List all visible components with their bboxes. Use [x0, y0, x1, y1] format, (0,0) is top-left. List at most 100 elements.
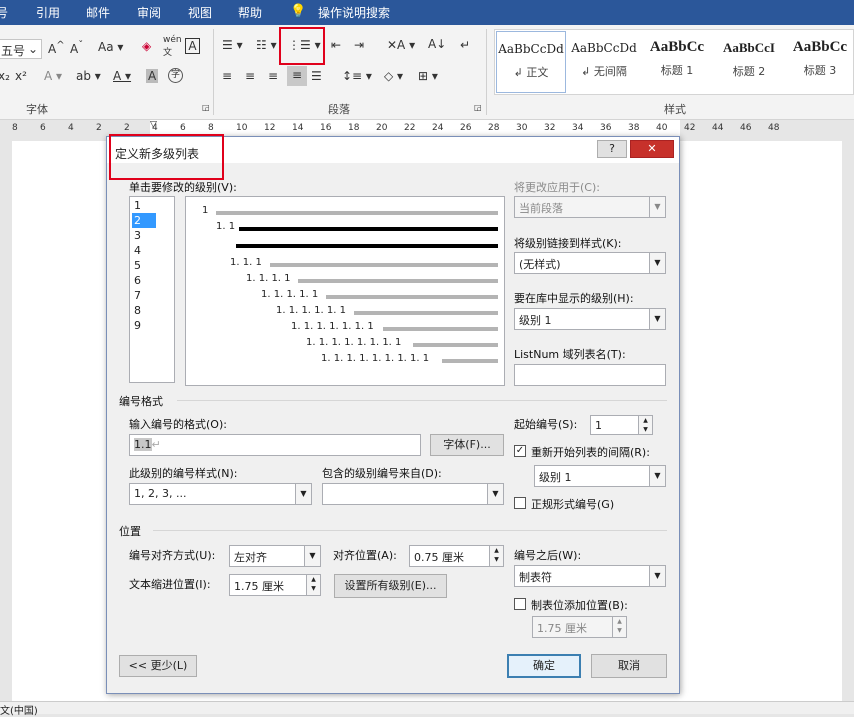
alignment-combo[interactable]: 左对齐 ▼ — [229, 545, 321, 567]
level-item[interactable]: 1 — [132, 198, 156, 213]
menu-item-review[interactable]: 审阅 — [137, 4, 161, 21]
menu-item-help[interactable]: 帮助 — [238, 4, 262, 21]
define-multilevel-list-dialog: 定义新多级列表 ? ✕ 单击要修改的级别(V): 1 2 3 4 5 6 7 8… — [106, 134, 680, 694]
help-icon: ? — [609, 142, 615, 155]
menu-item-references[interactable]: 引用 — [36, 4, 60, 21]
enter-format-label: 输入编号的格式(O): — [129, 418, 227, 431]
menu-item-home[interactable]: 号 — [0, 4, 8, 21]
help-button[interactable]: ? — [597, 140, 627, 158]
style-name: ↲ 正文 — [513, 66, 549, 79]
level-item[interactable]: 6 — [132, 273, 156, 288]
preview-number: 1. 1. 1. 1. 1. 1 — [276, 305, 346, 316]
borders-icon[interactable]: ⊞ ▾ — [418, 69, 438, 83]
paragraph-dialog-launcher-icon[interactable]: ◲ — [474, 103, 482, 112]
aligned-at-input[interactable]: 0.75 厘米 ▲ ▼ — [409, 545, 504, 567]
language-status[interactable]: 文(中国) — [0, 702, 38, 717]
legal-style-checkbox[interactable] — [514, 497, 526, 509]
level-item[interactable]: 8 — [132, 303, 156, 318]
ruler-tick-label: 40 — [656, 123, 668, 133]
level-item[interactable]: 4 — [132, 243, 156, 258]
tab-stop-label: 制表位添加位置(B): — [531, 599, 628, 612]
link-style-combo[interactable]: (无样式) ▼ — [514, 252, 666, 274]
less-button[interactable]: << 更少(L) — [119, 655, 197, 677]
spinner-icon[interactable]: ▲ ▼ — [638, 416, 652, 434]
ruler-tick-label: 6 — [180, 123, 186, 133]
text-indent-input[interactable]: 1.75 厘米 ▲ ▼ — [229, 574, 321, 596]
list-preview: 1 1. 1 1. 1. 1 1. 1. 1. 1 1. 1. 1. 1. 1 … — [185, 196, 505, 386]
ruler-tick-label: 34 — [572, 123, 584, 133]
chinese-layout-icon[interactable]: ✕A ▾ — [387, 38, 415, 52]
cancel-button[interactable]: 取消 — [591, 654, 667, 678]
shading-icon[interactable]: ◇ ▾ — [384, 69, 403, 83]
justify-icon[interactable]: ≡ — [287, 66, 307, 86]
menu-item-view[interactable]: 视图 — [188, 4, 212, 21]
format-input[interactable]: 1.1↵ — [129, 434, 421, 456]
level-item[interactable]: 5 — [132, 258, 156, 273]
restart-checkbox[interactable]: ✓ — [514, 445, 526, 457]
tell-me-search[interactable]: 操作说明搜索 — [318, 4, 390, 21]
spinner-icon[interactable]: ▲ ▼ — [612, 617, 626, 637]
start-at-input[interactable]: 1 ▲ ▼ — [590, 415, 653, 435]
font-color-icon[interactable]: A ▾ — [113, 69, 131, 83]
character-border-icon[interactable]: A — [185, 38, 200, 54]
gallery-level-combo[interactable]: 级别 1 ▼ — [514, 308, 666, 330]
font-button[interactable]: 字体(F)... — [430, 434, 504, 456]
grow-font-icon[interactable]: A^ — [48, 40, 65, 56]
link-style-label: 将级别链接到样式(K): — [514, 237, 622, 250]
style-no-spacing[interactable]: AaBbCcDd ↲ 无间隔 — [569, 31, 639, 93]
tab-stop-input[interactable]: 1.75 厘米 ▲ ▼ — [532, 616, 627, 638]
ruler-tick-label: 42 — [684, 123, 696, 133]
ok-button[interactable]: 确定 — [507, 654, 581, 678]
style-heading-2[interactable]: AaBbCcI 标题 2 — [714, 31, 784, 93]
font-size-combo[interactable]: 五号 ⌄ — [0, 39, 42, 59]
level-item[interactable]: 3 — [132, 228, 156, 243]
level-listbox[interactable]: 1 2 3 4 5 6 7 8 9 — [129, 196, 175, 383]
style-name: 标题 3 — [803, 64, 837, 77]
style-normal[interactable]: AaBbCcDd ↲ 正文 — [496, 31, 566, 93]
number-style-combo[interactable]: 1, 2, 3, ... ▼ — [129, 483, 312, 505]
level-item[interactable]: 7 — [132, 288, 156, 303]
set-all-levels-button[interactable]: 设置所有级别(E)... — [334, 574, 447, 598]
apply-to-combo[interactable]: 当前段落 ▼ — [514, 196, 666, 218]
character-shading-icon[interactable]: A — [146, 69, 159, 83]
subscript-icon[interactable]: x₂ — [0, 69, 10, 83]
chevron-down-icon: ▼ — [487, 484, 503, 504]
format-value: 1.1 — [134, 438, 152, 451]
bullets-icon[interactable]: ☰ ▾ — [222, 38, 243, 52]
increase-indent-icon[interactable]: ⇥ — [354, 38, 364, 52]
ruler-tick-label: 6 — [40, 123, 46, 133]
follow-number-combo[interactable]: 制表符 ▼ — [514, 565, 666, 587]
spinner-icon[interactable]: ▲ ▼ — [306, 575, 320, 595]
align-left-icon[interactable]: ≡ — [222, 69, 232, 83]
spinner-icon[interactable]: ▲ ▼ — [489, 546, 503, 566]
sort-icon[interactable]: A↓ — [428, 37, 446, 51]
numbering-icon[interactable]: ☷ ▾ — [256, 38, 277, 52]
change-case-icon[interactable]: Aa ▾ — [98, 40, 123, 54]
restart-level-combo[interactable]: 级别 1 ▼ — [534, 465, 666, 487]
style-heading-3[interactable]: AaBbCc 标题 3 — [785, 31, 854, 93]
clear-formatting-icon[interactable]: ◈ — [142, 39, 151, 53]
enclose-characters-icon[interactable]: 字 — [168, 68, 183, 83]
listnum-input[interactable] — [514, 364, 666, 386]
show-formatting-icon[interactable]: ↵ — [460, 38, 470, 52]
shrink-font-icon[interactable]: Aˇ — [70, 40, 83, 56]
align-right-icon[interactable]: ≡ — [268, 69, 278, 83]
highlight-icon[interactable]: ab ▾ — [76, 69, 101, 83]
level-item-selected[interactable]: 2 — [132, 213, 156, 228]
font-dialog-launcher-icon[interactable]: ◲ — [202, 103, 210, 112]
chevron-down-icon: ▼ — [649, 253, 665, 273]
level-item[interactable]: 9 — [132, 318, 156, 333]
phonetic-guide-icon[interactable]: wén 文 — [163, 35, 182, 58]
aligned-at-label: 对齐位置(A): — [333, 549, 397, 562]
tab-stop-checkbox[interactable] — [514, 598, 526, 610]
include-level-combo[interactable]: ▼ — [322, 483, 504, 505]
center-icon[interactable]: ≡ — [245, 69, 255, 83]
decrease-indent-icon[interactable]: ⇤ — [331, 38, 341, 52]
menu-item-mailings[interactable]: 邮件 — [86, 4, 110, 21]
distributed-icon[interactable]: ☰ — [311, 69, 322, 83]
text-effects-icon[interactable]: A ▾ — [44, 69, 62, 83]
line-spacing-icon[interactable]: ↕≡ ▾ — [342, 69, 372, 83]
style-heading-1[interactable]: AaBbCc 标题 1 — [642, 31, 712, 93]
superscript-icon[interactable]: x² — [15, 69, 27, 83]
close-button[interactable]: ✕ — [630, 140, 674, 158]
